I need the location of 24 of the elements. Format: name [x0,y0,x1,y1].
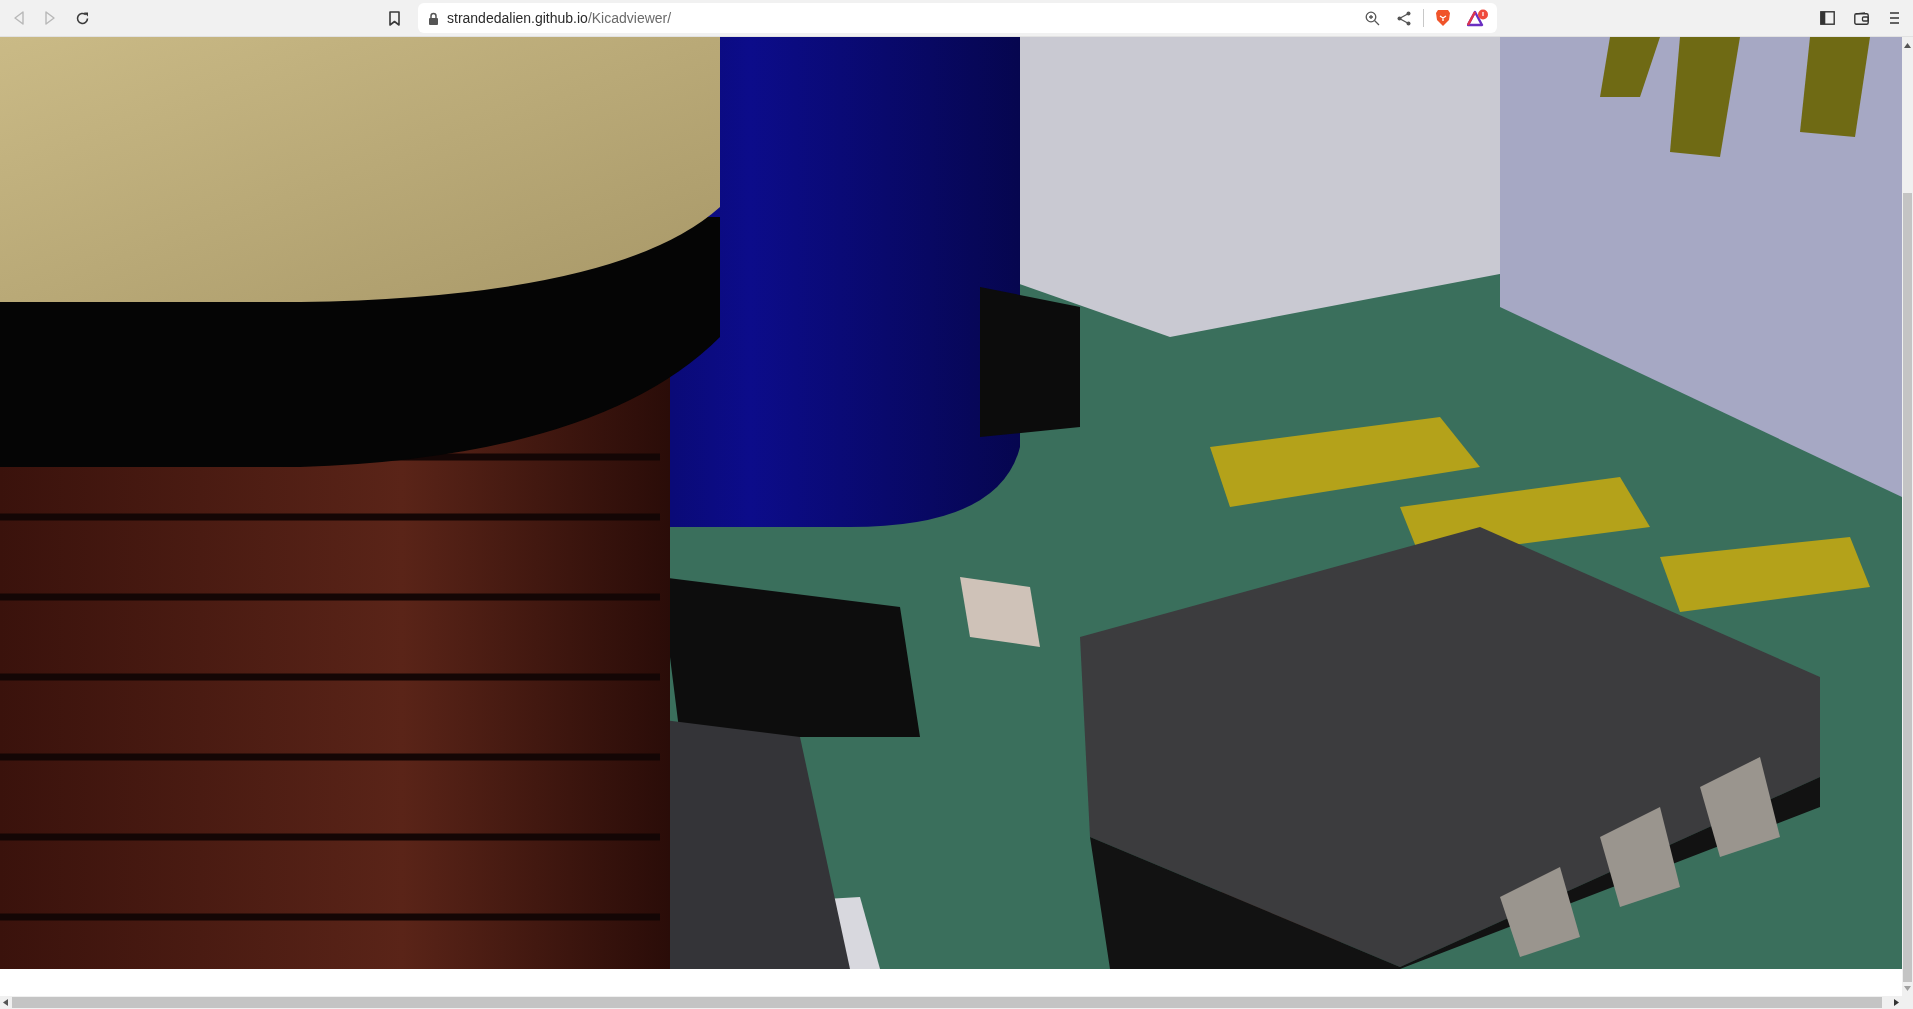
scrollbar-thumb[interactable] [12,997,1882,1008]
lock-icon [428,11,439,25]
scroll-up-arrow-icon[interactable] [1904,43,1911,48]
address-bar[interactable]: strandedalien.github.io/Kicadviewer/ [418,3,1497,33]
menu-icon [1889,12,1899,24]
wallet-icon [1853,11,1869,25]
zoom-in-icon [1364,10,1380,26]
url-host: strandedalien.github.io [447,8,588,28]
back-arrow-icon [13,11,25,25]
url-path: /Kicadviewer/ [587,8,672,28]
scroll-left-arrow-icon[interactable] [3,999,8,1006]
rewards-button[interactable] [1467,8,1489,28]
scrollbar-thumb[interactable] [1903,193,1912,982]
scroll-right-arrow-icon[interactable] [1894,999,1899,1006]
reload-icon [74,10,90,26]
shields-button[interactable] [1433,8,1453,28]
sidebar-icon [1819,11,1835,25]
forward-arrow-icon [44,11,56,25]
share-icon [1397,10,1411,26]
bookmark-icon [388,10,400,26]
shield-icon [1435,9,1451,27]
vertical-scrollbar[interactable] [1902,37,1913,996]
horizontal-scrollbar[interactable] [0,996,1913,1009]
triangle-badge-icon [1467,9,1489,27]
